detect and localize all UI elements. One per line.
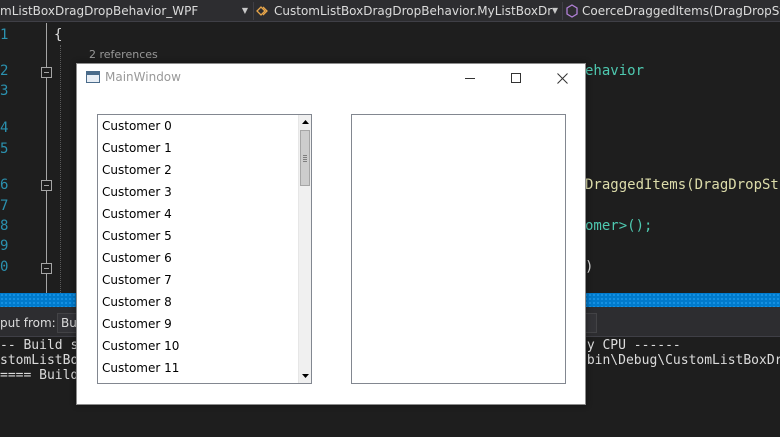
- chevron-down-icon[interactable]: ▼: [548, 0, 562, 21]
- line-number: 9: [0, 238, 9, 254]
- line-number: 2: [0, 63, 9, 79]
- line-number: 5: [0, 141, 9, 157]
- arrow-up-icon: [301, 120, 309, 124]
- list-item[interactable]: Customer 11: [98, 357, 298, 379]
- list-item[interactable]: Customer 5: [98, 225, 298, 247]
- navigation-bar: mListBoxDragDropBehavior_WPF ▼ CustomLis…: [0, 0, 780, 22]
- output-source-label: put from:: [0, 316, 56, 330]
- divider: [562, 2, 563, 20]
- line-number: 8: [0, 218, 9, 234]
- line-number: 1: [0, 27, 9, 43]
- listbox-items: Customer 0 Customer 1 Customer 2 Custome…: [98, 115, 298, 379]
- method-icon: [566, 4, 578, 18]
- collapse-icon[interactable]: [41, 180, 52, 191]
- codelens-references[interactable]: 2 references: [89, 48, 158, 61]
- window-app-icon: [86, 71, 100, 83]
- code-line: ): [585, 259, 594, 275]
- code-line: ehavior: [585, 63, 645, 79]
- line-number: 3: [0, 83, 9, 99]
- fold-line: [46, 23, 47, 293]
- list-item[interactable]: Customer 4: [98, 203, 298, 225]
- list-item[interactable]: Customer 8: [98, 291, 298, 313]
- arrow-down-icon: [301, 374, 309, 378]
- project-dropdown[interactable]: mListBoxDragDropBehavior_WPF: [0, 0, 236, 21]
- project-dropdown-label: mListBoxDragDropBehavior_WPF: [0, 4, 199, 18]
- customer-listbox[interactable]: Customer 0 Customer 1 Customer 2 Custome…: [97, 114, 312, 384]
- chevron-down-icon[interactable]: ▼: [238, 0, 252, 21]
- vertical-scrollbar[interactable]: [298, 115, 311, 383]
- window-title: MainWindow: [105, 70, 181, 84]
- list-item[interactable]: Customer 2: [98, 159, 298, 181]
- list-item[interactable]: Customer 3: [98, 181, 298, 203]
- class-dropdown-label: CustomListBoxDragDropBehavior.MyListBoxD…: [274, 4, 552, 18]
- class-dropdown[interactable]: CustomListBoxDragDropBehavior.MyListBoxD…: [256, 0, 552, 21]
- list-item[interactable]: Customer 1: [98, 137, 298, 159]
- minimize-icon: [465, 78, 475, 79]
- scroll-down-button[interactable]: [299, 369, 311, 383]
- maximize-icon: [511, 73, 521, 83]
- main-window: MainWindow Customer 0 Customer 1 Custome…: [76, 63, 586, 405]
- output-line: ny CPU ------: [579, 338, 681, 353]
- list-item[interactable]: Customer 9: [98, 313, 298, 335]
- target-listbox[interactable]: [351, 114, 566, 384]
- line-number: 4: [0, 120, 9, 136]
- scroll-up-button[interactable]: [299, 115, 311, 129]
- divider: [253, 2, 254, 20]
- collapse-icon[interactable]: [41, 67, 52, 78]
- window-titlebar[interactable]: MainWindow: [77, 64, 585, 92]
- output-line: -- Build st: [0, 338, 87, 353]
- minimize-button[interactable]: [447, 64, 493, 92]
- maximize-button[interactable]: [493, 64, 539, 92]
- list-item[interactable]: Customer 0: [98, 115, 298, 137]
- close-button[interactable]: [539, 64, 585, 92]
- member-dropdown[interactable]: CoerceDraggedItems(DragDropState s: [566, 0, 780, 21]
- code-line: DraggedItems(DragDropSt: [585, 177, 779, 193]
- code-line: omer>();: [585, 218, 653, 234]
- list-item[interactable]: Customer 6: [98, 247, 298, 269]
- grip-line: [303, 159, 307, 160]
- output-line: stomListBox: [0, 353, 87, 368]
- scrollbar-thumb[interactable]: [300, 130, 310, 186]
- output-line: ==== Build:: [0, 368, 87, 383]
- line-number: 6: [0, 177, 9, 193]
- grip-line: [303, 155, 307, 156]
- output-line: \bin\Debug\CustomListBoxDrag: [579, 353, 780, 368]
- grip-line: [303, 161, 307, 162]
- member-dropdown-label: CoerceDraggedItems(DragDropState s: [582, 4, 780, 18]
- list-item[interactable]: Customer 10: [98, 335, 298, 357]
- code-line: {: [54, 27, 63, 43]
- line-number: 0: [0, 259, 9, 275]
- indent-guide: [60, 45, 61, 293]
- close-icon: [556, 72, 568, 84]
- class-icon: [256, 6, 268, 16]
- collapse-icon[interactable]: [41, 263, 52, 274]
- grip-line: [303, 157, 307, 158]
- line-number: 7: [0, 198, 9, 214]
- list-item[interactable]: Customer 7: [98, 269, 298, 291]
